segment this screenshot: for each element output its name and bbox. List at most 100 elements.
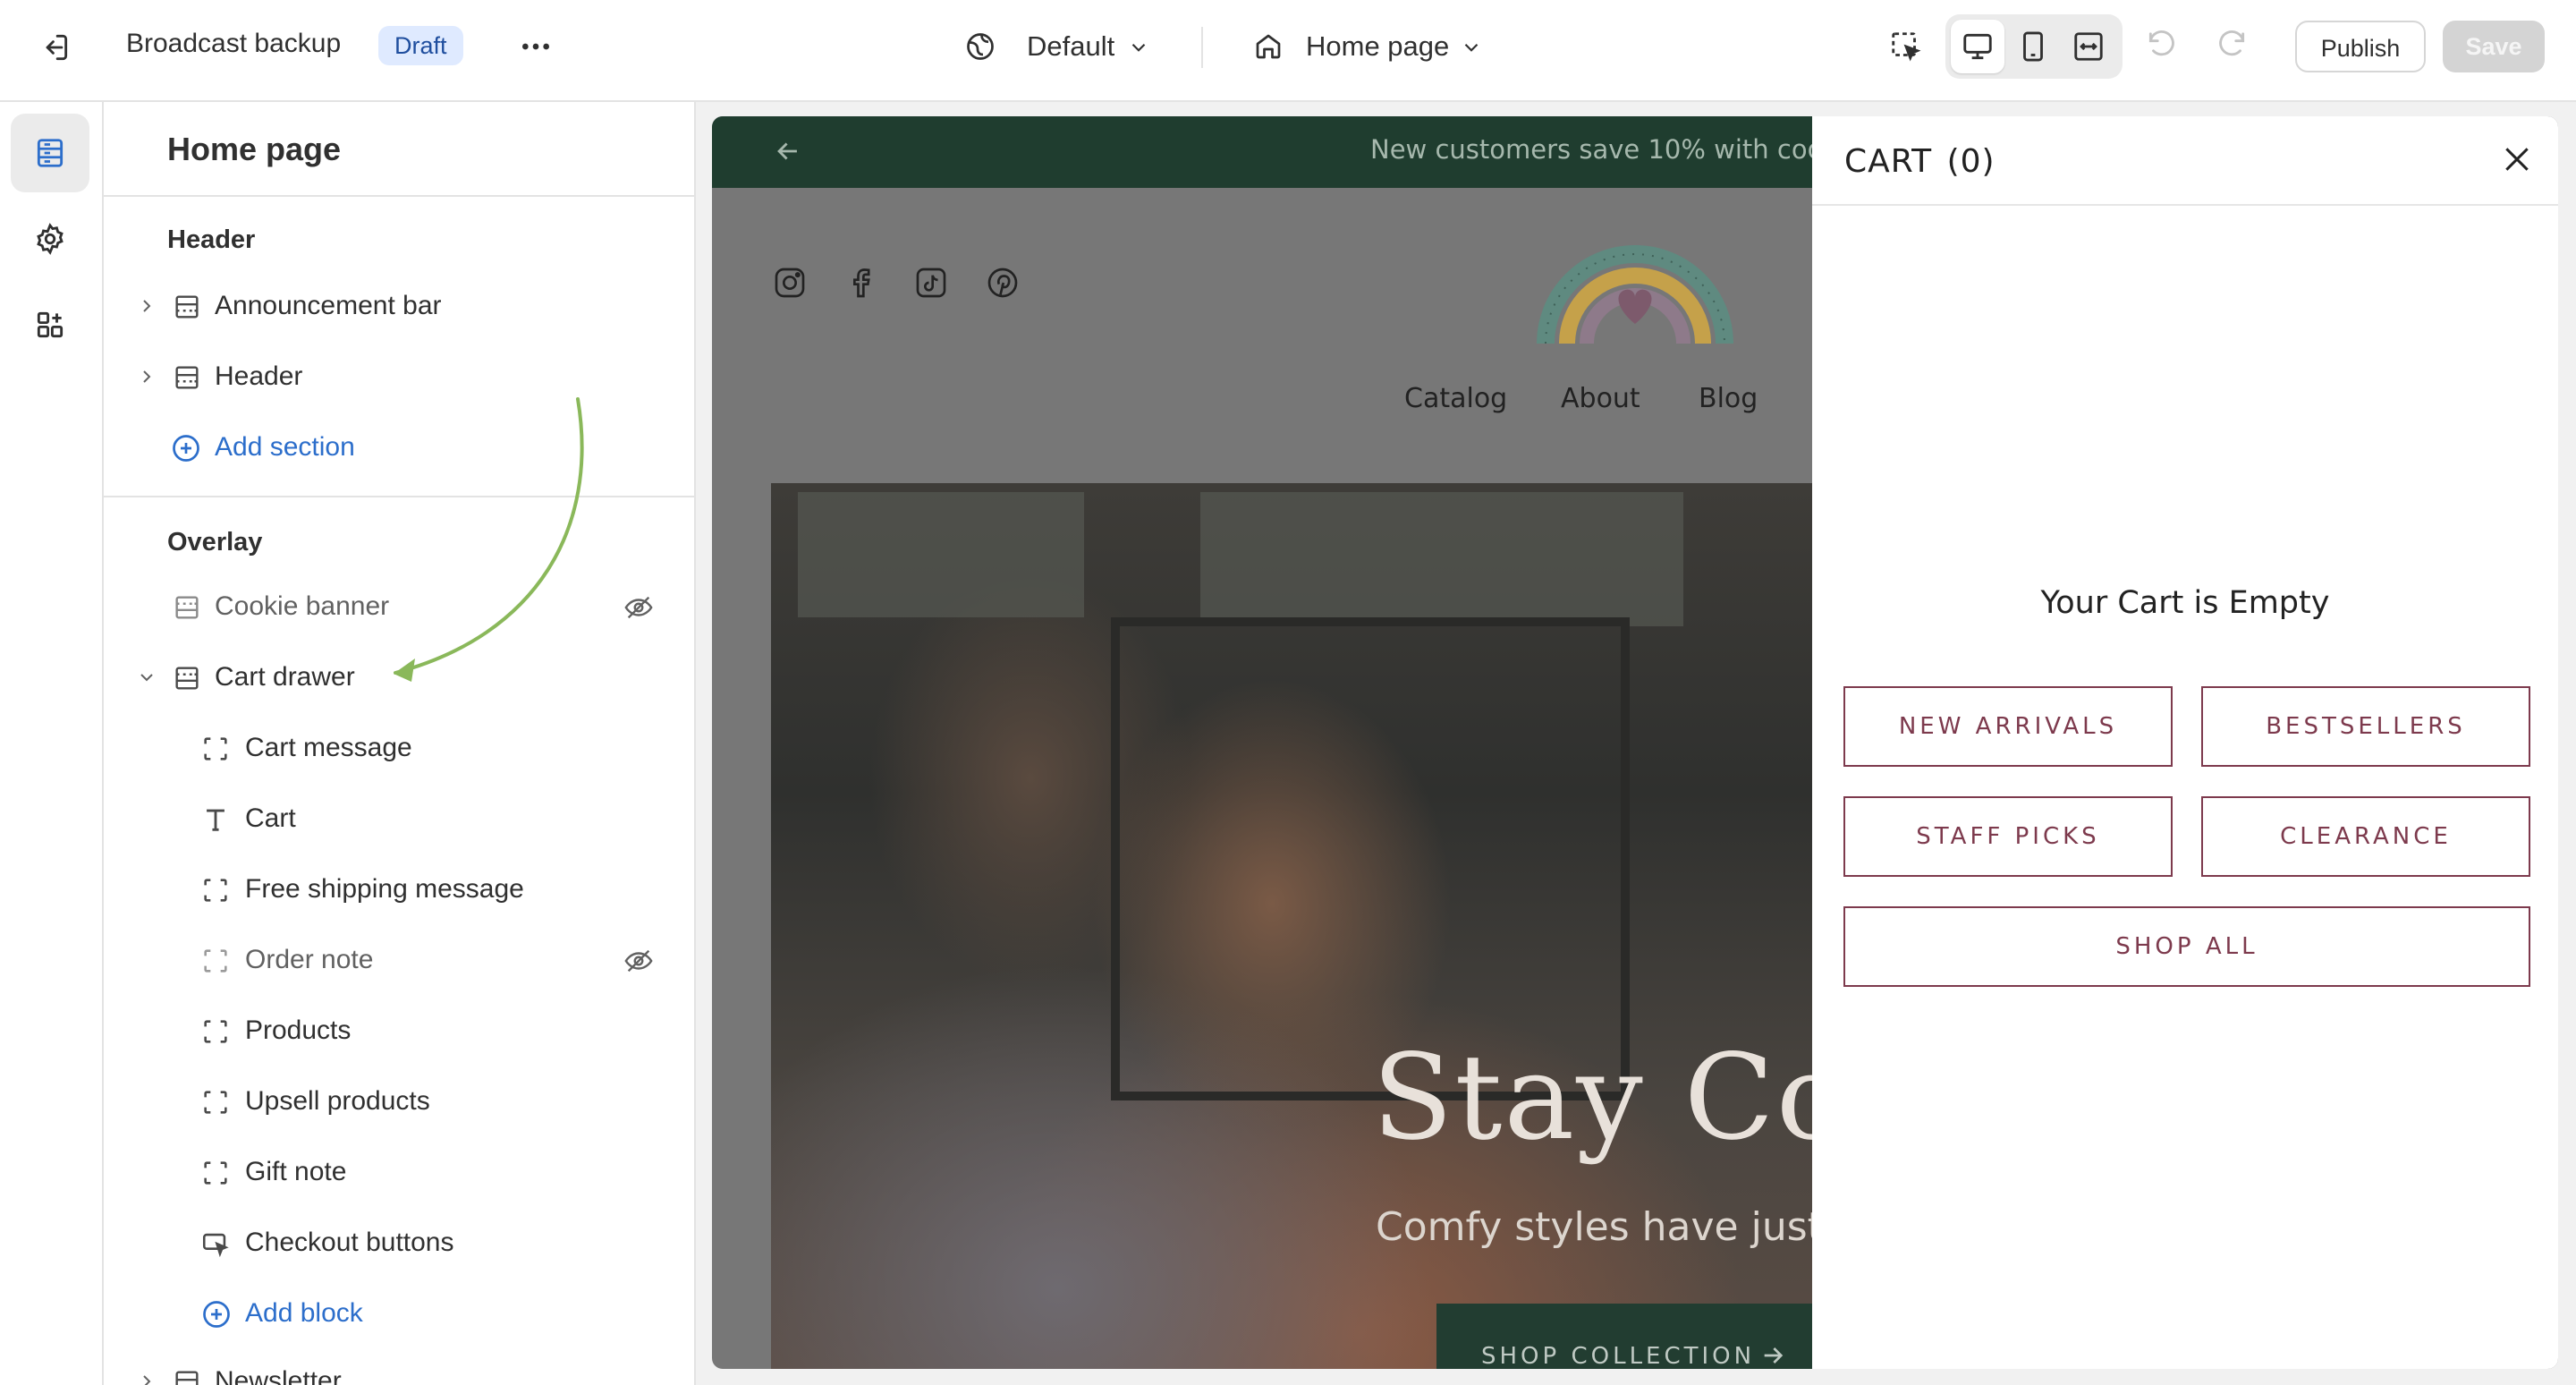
chevron-right-icon[interactable] <box>136 366 157 387</box>
sidebar-title: Home page <box>167 131 342 167</box>
block-item-label: Upsell products <box>245 1086 430 1116</box>
full-width-icon[interactable] <box>2072 30 2106 64</box>
text-icon <box>200 804 231 835</box>
instagram-icon[interactable] <box>772 265 808 301</box>
hero-photo-door <box>1111 617 1630 1100</box>
section-item-announcement-bar[interactable]: Announcement bar <box>134 283 671 329</box>
theme-icon <box>964 30 996 63</box>
block-icon <box>200 1016 231 1047</box>
block-item-upsell-products[interactable]: Upsell products <box>200 1078 665 1125</box>
section-item-label: Newsletter <box>215 1366 342 1385</box>
announcement-text: New customers save 10% with code <box>1370 134 1812 165</box>
tiktok-icon[interactable] <box>913 265 949 301</box>
nav-link-about[interactable]: About <box>1561 383 1640 414</box>
eye-hidden-icon[interactable] <box>623 946 655 976</box>
block-icon <box>200 1087 231 1117</box>
cart-button-staff-picks[interactable]: STAFF PICKS <box>1843 796 2173 877</box>
pinterest-icon[interactable] <box>985 265 1021 301</box>
block-item-cart[interactable]: Cart <box>200 795 665 842</box>
toolbar-divider <box>1201 27 1203 68</box>
section-item-label: Cart drawer <box>215 662 355 692</box>
cart-title: CART <box>1844 143 1933 180</box>
home-icon <box>1252 30 1284 63</box>
nav-link-blog[interactable]: Blog <box>1699 383 1758 414</box>
block-item-label: Products <box>245 1015 352 1045</box>
cart-header-divider <box>1812 204 2558 206</box>
chevron-down-icon <box>1460 36 1483 59</box>
add-block-button[interactable]: Add block <box>200 1290 469 1337</box>
block-item-label: Gift note <box>245 1157 347 1186</box>
block-item-checkout-buttons[interactable]: Checkout buttons <box>200 1219 665 1266</box>
left-rail <box>0 102 104 1385</box>
section-item-label: Cookie banner <box>215 591 390 621</box>
mobile-icon[interactable] <box>2016 30 2050 64</box>
block-item-free-shipping-message[interactable]: Free shipping message <box>200 866 665 913</box>
eye-hidden-icon[interactable] <box>623 592 655 623</box>
chevron-right-icon[interactable] <box>136 295 157 317</box>
save-button[interactable]: Save <box>2443 21 2545 72</box>
block-item-order-note[interactable]: Order note <box>200 937 665 983</box>
cart-button-new-arrivals[interactable]: NEW ARRIVALS <box>1843 686 2173 767</box>
block-icon <box>200 946 231 976</box>
store-name: Broadcast backup <box>126 29 342 58</box>
publish-button[interactable]: Publish <box>2295 21 2426 72</box>
section-icon <box>172 292 202 322</box>
block-item-label: Order note <box>245 945 374 974</box>
rainbow-logo[interactable] <box>1535 209 1735 353</box>
group-label-overlay: Overlay <box>167 528 263 557</box>
arrow-left-icon[interactable] <box>773 136 803 166</box>
cart-empty-message: Your Cart is Empty <box>2040 585 2330 621</box>
desktop-icon[interactable] <box>1961 30 1995 64</box>
status-badge: Draft <box>378 26 463 65</box>
page-selector[interactable]: Home page <box>1252 23 1494 72</box>
chevron-right-icon[interactable] <box>136 1371 157 1385</box>
section-item-label: Announcement bar <box>215 291 442 320</box>
hero-photo-window <box>798 492 1084 617</box>
section-icon <box>172 1367 202 1385</box>
block-item-cart-message[interactable]: Cart message <box>200 725 665 771</box>
group-label-header: Header <box>167 225 256 254</box>
hero-button-label: SHOP COLLECTION <box>1481 1343 1756 1369</box>
block-item-label: Free shipping message <box>245 874 524 904</box>
arrow-right-icon <box>1758 1341 1787 1369</box>
facebook-icon[interactable] <box>843 265 878 301</box>
announcement-clip: New customers save 10% with code <box>1342 116 1812 188</box>
section-icon <box>172 362 202 393</box>
block-item-products[interactable]: Products <box>200 1007 665 1054</box>
sections-icon[interactable] <box>33 136 67 170</box>
close-icon[interactable] <box>2499 141 2535 177</box>
theme-selector-label: Default <box>1027 30 1115 62</box>
settings-gear-icon[interactable] <box>33 222 67 256</box>
section-icon <box>172 663 202 693</box>
annotation-arrow <box>376 394 590 689</box>
add-section-label: Add section <box>215 432 355 462</box>
hero-button[interactable]: SHOP COLLECTION <box>1436 1304 1812 1369</box>
plus-circle-icon <box>200 1298 233 1330</box>
redo-icon[interactable] <box>2215 30 2249 64</box>
apps-icon[interactable] <box>33 308 67 342</box>
chevron-down-icon[interactable] <box>136 667 157 688</box>
checkout-icon <box>200 1228 231 1259</box>
nav-link-catalog[interactable]: Catalog <box>1404 383 1507 414</box>
section-icon <box>172 592 202 623</box>
hero-title: Stay Coz <box>1372 1029 1812 1167</box>
inspector-icon[interactable] <box>1889 30 1923 64</box>
section-item-newsletter[interactable]: Newsletter <box>134 1358 671 1385</box>
cart-header: CART (0) <box>1844 143 1996 180</box>
cart-button-clearance[interactable]: CLEARANCE <box>2201 796 2530 877</box>
add-block-label: Add block <box>245 1298 363 1328</box>
block-item-label: Cart message <box>245 733 412 762</box>
more-actions-icon[interactable] <box>517 29 555 64</box>
theme-selector[interactable]: Default <box>964 23 1161 72</box>
hero-photo-window <box>1200 492 1683 626</box>
block-item-label: Cart <box>245 803 296 833</box>
chevron-down-icon <box>1127 36 1150 59</box>
exit-icon[interactable] <box>38 30 72 64</box>
block-item-gift-note[interactable]: Gift note <box>200 1149 665 1195</box>
cart-button-bestsellers[interactable]: BESTSELLERS <box>2201 686 2530 767</box>
hero-subtitle: Comfy styles have just ar <box>1376 1204 1812 1250</box>
cart-button-shop-all[interactable]: SHOP ALL <box>1843 906 2530 987</box>
block-icon <box>200 1158 231 1188</box>
undo-icon[interactable] <box>2145 30 2179 64</box>
plus-circle-icon <box>170 432 202 464</box>
